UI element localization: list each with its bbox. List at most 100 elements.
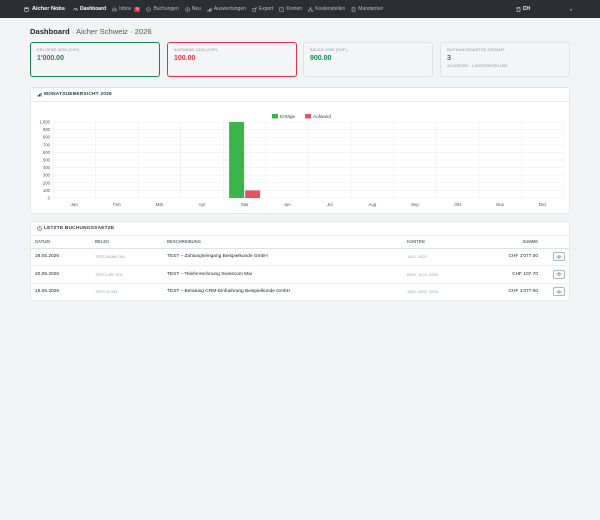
table-row[interactable]: 20.05.2026 TEST-LIEF-001 TEST – Telefonr…	[31, 265, 569, 284]
nav-dashboard[interactable]: Dashboard	[73, 6, 106, 12]
column-header: Summe	[478, 236, 542, 249]
card-title: Letzte Buchungssaetze	[44, 226, 115, 231]
y-tick-label: 500	[43, 158, 51, 163]
x-tick-label: Jul	[327, 202, 333, 207]
card-title: Monatsuebersicht 2026	[44, 92, 112, 97]
cell-konten: 6510, 1170, 2000	[403, 265, 478, 284]
eye-icon	[556, 272, 562, 276]
x-tick-label: Jun	[284, 202, 292, 207]
bar-chart-icon	[37, 93, 42, 97]
column-header: Konten	[403, 236, 478, 249]
y-tick-label: 900	[43, 127, 51, 132]
kpi-aufwand: Aufwand 2026 (CHF) 100.00	[167, 42, 297, 77]
nav-export[interactable]: Export	[252, 6, 273, 12]
legend-label: Erträge	[280, 114, 296, 119]
cell-summe: CHF 1'077.00	[478, 248, 542, 266]
legend-swatch	[272, 114, 278, 119]
nav-kostenstellen[interactable]: Kostenstellen	[308, 6, 345, 12]
table-row[interactable]: 15.05.2026 TEST-R-001 TEST – Beratung CR…	[31, 283, 569, 301]
eye-icon	[556, 255, 562, 259]
kpi-erloese: Erloese 2026 (CHF) 1'000.00	[30, 42, 160, 77]
plus-circle-icon	[185, 6, 190, 12]
legend-label: Aufwand	[313, 114, 331, 119]
cell-summe: CHF 1'077.00	[478, 283, 542, 301]
x-tick-label: Feb	[113, 202, 121, 207]
kpi-value: 100.00	[174, 55, 196, 62]
y-tick-label: 0	[48, 196, 51, 201]
x-tick-label: Okt	[454, 202, 462, 207]
kpi-label: Buchungssaetze gesamt	[447, 48, 505, 52]
cell-datum: 15.05.2026	[31, 283, 91, 301]
diagram-icon	[308, 7, 313, 11]
kpi-label: Erloese 2026 (CHF)	[37, 48, 80, 52]
monthly-overview-card: Monatsuebersicht 2026 0 100 200 300 400 500 60…	[30, 87, 570, 214]
cell-beleg: TEST-R-001	[91, 283, 163, 301]
company-selector[interactable]: CH ▾	[516, 0, 572, 18]
kpi-saldo: Saldo 2026 (CHF) 900.00	[303, 42, 433, 77]
cell-datum: 20.05.2026	[31, 265, 91, 284]
nav-neu[interactable]: Neu	[185, 6, 201, 12]
export-icon	[252, 6, 257, 12]
recent-entries-card: Letzte Buchungssaetze Datum Beleg Beschr…	[30, 221, 570, 301]
y-tick-label: 1.000	[40, 120, 51, 125]
eye-icon	[556, 290, 562, 294]
nav-konten[interactable]: Konten	[279, 6, 302, 12]
cell-beschreibung: TEST – Telefonrechnung Swisscom Mai	[163, 265, 403, 284]
cell-konten: 1100, 3400, 2200	[403, 283, 478, 301]
gauge-icon	[73, 7, 78, 11]
kpi-sub: 41 Konten · 1 Kostenstellen	[447, 64, 508, 68]
kpi-value: 1'000.00	[37, 55, 64, 62]
x-tick-label: Jan	[71, 202, 79, 207]
top-navbar: Aicher Nobs Dashboard Inbox 5 Buchungen …	[0, 0, 600, 18]
x-tick-label: Mai	[241, 202, 248, 207]
x-tick-label: Dez	[539, 202, 547, 207]
y-tick-label: 100	[43, 188, 51, 193]
view-button[interactable]	[553, 252, 565, 262]
page-title: Dashboard · Aicher Schweiz · 2026	[30, 27, 152, 36]
cell-beschreibung: TEST – Zahlungseingang Beispielkunde Gmb…	[163, 248, 403, 266]
inbox-icon	[112, 7, 117, 11]
card-header: Monatsuebersicht 2026	[31, 88, 569, 102]
bar-aufwand	[245, 190, 261, 198]
y-tick-label: 300	[43, 173, 51, 178]
legend-swatch	[305, 114, 311, 119]
cell-summe: CHF 107.70	[478, 265, 542, 284]
x-tick-label: Apr	[199, 202, 206, 207]
column-header: Datum	[31, 236, 91, 249]
view-button[interactable]	[553, 269, 565, 279]
kpi-label: Saldo 2026 (CHF)	[310, 48, 347, 52]
kpi-value: 3	[447, 55, 451, 62]
nav-inbox[interactable]: Inbox 5	[112, 6, 141, 12]
clock-icon	[37, 226, 42, 231]
bar-chart-icon	[207, 7, 212, 11]
y-tick-label: 200	[43, 180, 51, 185]
y-tick-label: 600	[43, 150, 51, 155]
nav-auswertungen[interactable]: Auswertungen	[207, 6, 246, 12]
x-tick-label: Aug	[368, 202, 376, 207]
kpi-value: 900.00	[310, 55, 332, 62]
brand-name: Aicher Nobs	[32, 6, 65, 12]
table-row[interactable]: 28.05.2026 TEST-BANK-001 TEST – Zahlungs…	[31, 248, 569, 266]
cell-beleg: TEST-BANK-001	[91, 248, 163, 266]
page-subtitle: Aicher Schweiz · 2026	[76, 27, 152, 36]
x-tick-label: Mär	[156, 202, 164, 207]
nav-mandanten[interactable]: Mandanten	[351, 6, 383, 12]
y-tick-label: 700	[43, 142, 51, 147]
cell-beschreibung: TEST – Beratung CRM-Einfuehrung Beispiel…	[163, 283, 403, 301]
bar-erträge	[229, 122, 245, 198]
y-tick-label: 400	[43, 165, 51, 170]
inbox-count-badge: 5	[134, 6, 141, 12]
brand[interactable]: Aicher Nobs	[24, 6, 65, 12]
cell-konten: 1100, 1020	[403, 248, 478, 266]
x-tick-label: Sep	[411, 202, 419, 207]
monthly-bar-chart: 0 100 200 300 400 500 600 700 800 900 1.000 Jan Feb M…	[40, 114, 565, 207]
calculator-icon	[24, 6, 29, 12]
kpi-buchungssaetze: Buchungssaetze gesamt 3 41 Konten · 1 Ko…	[440, 42, 570, 77]
building-icon	[516, 6, 520, 12]
cell-datum: 28.05.2026	[31, 248, 91, 266]
column-header: Beleg	[91, 236, 163, 249]
view-button[interactable]	[553, 287, 565, 297]
nav-buchungen[interactable]: Buchungen	[146, 6, 179, 12]
list-icon	[146, 6, 152, 12]
y-tick-label: 800	[43, 135, 51, 140]
